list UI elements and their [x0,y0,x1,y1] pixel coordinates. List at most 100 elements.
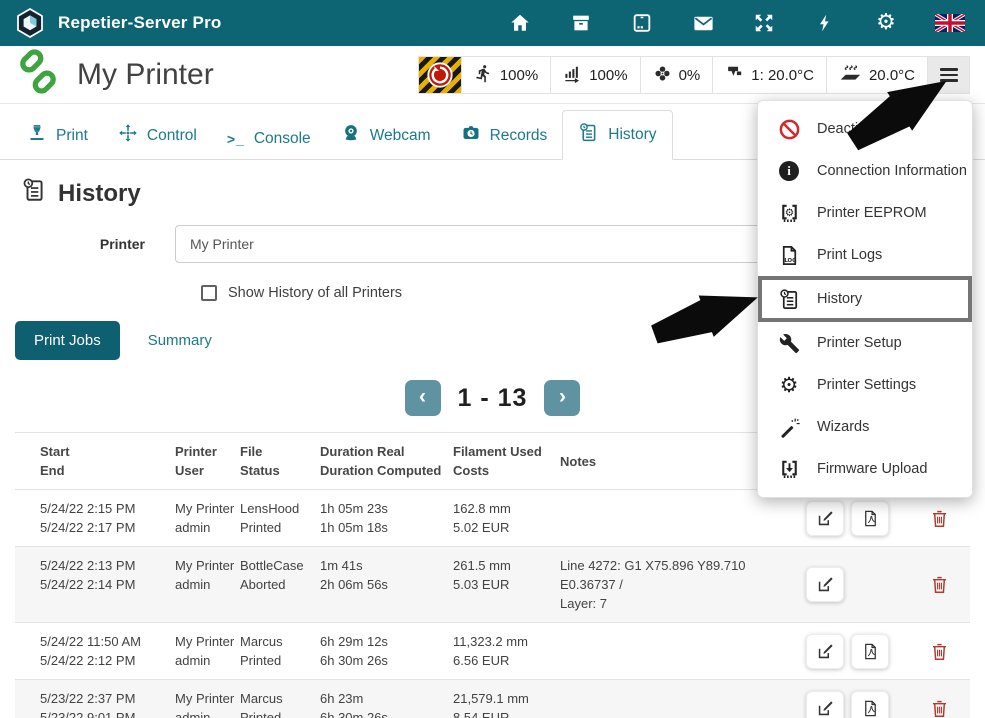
cell-end: 5/24/22 2:14 PM [40,575,175,594]
delete-job-button[interactable] [929,508,950,529]
show-all-printers-checkbox[interactable] [201,285,217,301]
hamburger-menu-icon[interactable] [927,57,969,93]
terminal-icon: >_ [227,131,245,147]
cell-user: admin [175,651,240,670]
printer-select-value: My Printer [190,236,254,252]
lightning-icon[interactable] [813,11,837,35]
edit-note-button[interactable] [806,567,844,602]
printer-status-bar: 100% 100% [418,56,970,94]
extruder-temp-value: 1: 20.0°C [751,67,814,84]
header-filament: Filament Used [453,442,560,461]
menu-item-history[interactable]: History [758,276,972,322]
bed-status-chip[interactable]: 20.0°C [826,57,927,93]
menu-item-connection-information[interactable]: i Connection Information [758,150,972,192]
heated-bed-icon [839,63,862,87]
edit-note-button[interactable] [806,501,844,536]
cell-user: admin [175,575,240,594]
bed-temp-value: 20.0°C [869,67,915,84]
cell-filament: 21,579.1 mm [453,689,560,708]
mail-icon[interactable] [691,11,715,35]
pdf-export-button[interactable] [851,691,889,718]
menu-item-printer-setup[interactable]: Printer Setup [758,322,972,364]
delete-job-button[interactable] [929,574,950,595]
emergency-stop-icon[interactable] [419,57,461,93]
history-heading-text: History [58,180,141,208]
menu-item-printer-eeprom[interactable]: ⚙ Printer EEPROM [758,192,972,234]
cell-end: 5/24/22 2:17 PM [40,518,175,537]
printer-context-menu: Deactivate i Connection Information ⚙ Pr… [757,100,973,498]
menu-item-wizards[interactable]: Wizards [758,406,972,448]
printer-header: My Printer 100% [0,46,985,104]
menu-item-print-logs[interactable]: LOG Print Logs [758,234,972,276]
printer-select-label: Printer [15,236,175,252]
cell-printer: My Printer [175,689,240,708]
tab-console[interactable]: >_ Console [212,119,326,159]
gear-icon[interactable]: ⚙ [874,11,898,35]
cell-filament: 11,323.2 mm [453,632,560,651]
tab-control[interactable]: Control [103,112,212,159]
home-icon[interactable] [508,11,532,35]
menu-item-label: Printer Settings [817,377,916,393]
cell-duration-real: 1h 05m 23s [320,499,453,518]
cell-printer: My Printer [175,499,240,518]
menu-item-label: Firmware Upload [817,461,927,477]
cell-filament: 162.8 mm [453,499,560,518]
cell-user: admin [175,518,240,537]
menu-item-label: History [817,291,862,307]
archive-box-icon[interactable] [569,11,593,35]
tab-label: Print [56,127,88,145]
page-title: My Printer [77,58,214,92]
tab-records[interactable]: Records [446,112,563,159]
tab-webcam[interactable]: Webcam [326,112,446,159]
edit-note-button[interactable] [806,634,844,669]
move-arrows-icon [118,123,138,148]
extruder-status-chip[interactable]: 1: 20.0°C [712,57,826,93]
print-jobs-button[interactable]: Print Jobs [15,321,120,360]
table-row: 5/24/22 11:50 AM5/24/22 2:12 PM My Print… [15,623,970,680]
tab-label: Webcam [370,127,431,145]
fan-status-chip[interactable]: 0% [640,57,713,93]
cell-file: Marcus [240,689,320,708]
menu-item-label: Deactivate [817,121,886,137]
show-all-printers-label: Show History of all Printers [228,285,402,301]
edit-note-button[interactable] [806,691,844,718]
svg-text:⚙: ⚙ [784,206,793,218]
records-camera-icon [461,123,481,148]
prev-page-button[interactable]: ‹ [405,380,441,416]
cell-duration-real: 1m 41s [320,556,453,575]
header-duration-computed: Duration Computed [320,461,453,480]
wrench-icon [776,333,802,354]
runner-icon [474,64,493,87]
cell-costs: 6.56 EUR [453,651,560,670]
expand-arrows-icon[interactable] [752,11,776,35]
cell-status: Printed [240,518,320,537]
cell-costs: 5.03 EUR [453,575,560,594]
header-file: File [240,442,320,461]
eeprom-chip-icon: ⚙ [776,202,802,225]
next-page-button[interactable]: › [544,380,580,416]
table-row: 5/24/22 2:13 PM5/24/22 2:14 PM My Printe… [15,547,970,623]
delete-job-button[interactable] [929,641,950,662]
header-start: Start [40,442,175,461]
speed-status-chip[interactable]: 100% [461,57,550,93]
tablet-icon[interactable] [630,11,654,35]
tab-label: Records [490,127,548,145]
uk-flag-icon[interactable] [935,11,965,35]
delete-job-button[interactable] [929,698,950,718]
cell-file: Marcus [240,632,320,651]
header-duration-real: Duration Real [320,442,453,461]
flow-status-chip[interactable]: 100% [550,57,639,93]
pdf-export-button[interactable] [851,634,889,669]
header-end: End [40,461,175,480]
cell-status: Printed [240,708,320,718]
tab-print[interactable]: Print [12,112,103,159]
cell-printer: My Printer [175,556,240,575]
menu-item-firmware-upload[interactable]: Firmware Upload [758,448,972,490]
history-doc-clock-icon [21,177,47,210]
tab-history[interactable]: History [562,110,672,160]
summary-button[interactable]: Summary [148,332,212,349]
pdf-export-button[interactable] [851,501,889,536]
menu-item-printer-settings[interactable]: ⚙ Printer Settings [758,364,972,406]
cell-duration-real: 6h 29m 12s [320,632,453,651]
menu-item-deactivate[interactable]: Deactivate [758,108,972,150]
